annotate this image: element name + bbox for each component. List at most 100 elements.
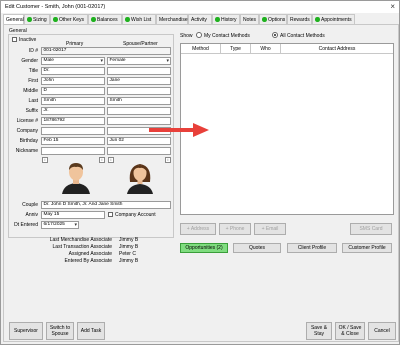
photo-info-icon[interactable]: i (165, 157, 171, 163)
dt-entered-input[interactable]: 6/17/2025 (41, 221, 79, 229)
tab-other-keys[interactable]: Other Keys (50, 14, 88, 24)
cancel-button[interactable]: Cancel (368, 322, 396, 340)
column-header-method[interactable]: Method (181, 44, 221, 54)
customer-profile-button[interactable]: Customer Profile (342, 243, 392, 253)
save-and-stay-button[interactable]: Save & Stay (306, 322, 332, 340)
ok-save-and-close-button[interactable]: OK / Save & Close (335, 322, 365, 340)
id-field[interactable]: 001-02017 (41, 47, 171, 55)
first-primary-input[interactable]: John (41, 77, 105, 85)
client-profile-button[interactable]: Client Profile (287, 243, 337, 253)
tab-label: Sizing (33, 17, 47, 23)
tab-balances[interactable]: Balances (88, 14, 122, 24)
sms-card-button[interactable]: SMS Card (350, 223, 392, 235)
radio-label: All Contact Methods (280, 33, 325, 39)
general-panel: General Inactive Primary Spouse/Partner … (3, 24, 399, 342)
tab-label: Balances (97, 17, 118, 23)
first-spouse-input[interactable]: Jane (107, 77, 171, 85)
photo-info-icon[interactable]: i (108, 157, 114, 163)
tab-label: Rewards (290, 17, 310, 23)
status-dot-icon (125, 17, 130, 22)
status-dot-icon (262, 17, 267, 22)
tab-sizing[interactable]: Sizing (24, 14, 50, 24)
assigned-associate-value: Peter C (119, 251, 136, 257)
birthday-primary-input[interactable]: Feb 15 (41, 137, 105, 145)
gender-label: Gender (21, 58, 38, 64)
add-email-button[interactable]: + Email (254, 223, 286, 235)
my-contact-methods-radio[interactable]: My Contact Methods (196, 32, 250, 39)
company-primary-input[interactable] (41, 127, 105, 135)
birthday-label: Birthday (19, 138, 38, 144)
company-account-checkbox[interactable] (108, 212, 113, 217)
radio-selected-icon (272, 32, 278, 38)
tab-activity[interactable]: Activity (188, 14, 212, 24)
middle-label: Middle (23, 88, 38, 94)
tab-rewards[interactable]: Rewards (287, 14, 312, 24)
button-label-line: & Close (341, 331, 359, 337)
tab-wish-list[interactable]: Wish List (122, 14, 156, 24)
license-primary-input[interactable]: 18786792 (41, 117, 105, 125)
inactive-checkbox[interactable] (12, 37, 17, 42)
add-phone-button[interactable]: + Phone (219, 223, 251, 235)
column-header-who[interactable]: Who (251, 44, 281, 54)
button-label-line: Stay (313, 331, 324, 337)
nickname-spouse-input[interactable] (107, 147, 171, 155)
tab-appointments[interactable]: Appointments (312, 14, 355, 24)
column-header-type[interactable]: Type (221, 44, 251, 54)
column-header-contact-address[interactable]: Contact Address (281, 44, 393, 54)
edit-customer-window: Edit Customer - Smith, John (001-02017) … (0, 0, 400, 345)
radio-label: My Contact Methods (204, 33, 250, 39)
company-label: Company (16, 128, 38, 134)
middle-spouse-input[interactable] (107, 87, 171, 95)
supervisor-button[interactable]: Supervisor (9, 322, 43, 340)
contact-methods-table[interactable]: Method Type Who Contact Address (180, 43, 394, 215)
entered-by-associate-value: Jimmy B (119, 258, 139, 264)
show-label: Show (180, 33, 193, 39)
status-dot-icon (91, 17, 96, 22)
status-dot-icon (215, 17, 220, 22)
radio-icon (196, 32, 202, 38)
tab-label: Notes (243, 17, 257, 23)
last-spouse-input[interactable]: Smith (107, 97, 171, 105)
nickname-primary-input[interactable] (41, 147, 105, 155)
all-contact-methods-radio[interactable]: All Contact Methods (272, 32, 325, 39)
anniv-input[interactable]: May 15 (41, 211, 105, 219)
inactive-label: Inactive (19, 37, 37, 43)
company-account-label: Company Account (115, 212, 156, 218)
title-spouse-input[interactable] (107, 67, 171, 75)
birthday-spouse-input[interactable]: Jun 02 (107, 137, 171, 145)
photo-info-icon[interactable]: i (42, 157, 48, 163)
title-primary-input[interactable]: Dr. (41, 67, 105, 75)
photo-info-icon[interactable]: i (99, 157, 105, 163)
add-address-button[interactable]: + Address (180, 223, 216, 235)
tab-history[interactable]: History (212, 14, 240, 24)
tab-label: Activity (191, 17, 207, 23)
couple-input[interactable]: Dr. John D Smith, Jr. And Jane Smith (41, 201, 171, 209)
quotes-button[interactable]: Quotes (233, 243, 281, 253)
tab-notes[interactable]: Notes (240, 14, 259, 24)
switch-to-spouse-button[interactable]: Switch to Spouse (46, 322, 74, 340)
last-merchandise-associate-value: Jimmy B (119, 237, 139, 243)
tab-merchandise[interactable]: Merchandise (156, 14, 188, 24)
license-label: License # (16, 118, 38, 124)
tab-options[interactable]: Options (259, 14, 287, 24)
suffix-primary-input[interactable]: Jr. (41, 107, 105, 115)
first-label: First (28, 78, 38, 84)
couple-label: Couple (22, 202, 38, 208)
last-primary-input[interactable]: Smith (41, 97, 105, 105)
female-avatar[interactable] (124, 160, 156, 194)
tab-label: Merchandise (159, 17, 188, 23)
assigned-associate-label: Assigned Associate (68, 251, 112, 257)
red-arrow-icon (149, 123, 209, 137)
gender-primary-select[interactable]: Male (41, 57, 105, 65)
tab-strip: General Sizing Other Keys Balances Wish … (3, 14, 399, 25)
middle-primary-input[interactable]: D (41, 87, 105, 95)
gender-spouse-select[interactable]: Female (107, 57, 171, 65)
male-avatar[interactable] (60, 160, 92, 194)
opportunities-button[interactable]: Opportunities (2) (180, 243, 228, 253)
close-icon[interactable]: × (390, 2, 395, 11)
suffix-spouse-input[interactable] (107, 107, 171, 115)
add-task-button[interactable]: Add Task (77, 322, 105, 340)
table-header: Method Type Who Contact Address (181, 44, 393, 54)
tab-label: Options (268, 17, 286, 23)
tab-label: Wish List (131, 17, 152, 23)
